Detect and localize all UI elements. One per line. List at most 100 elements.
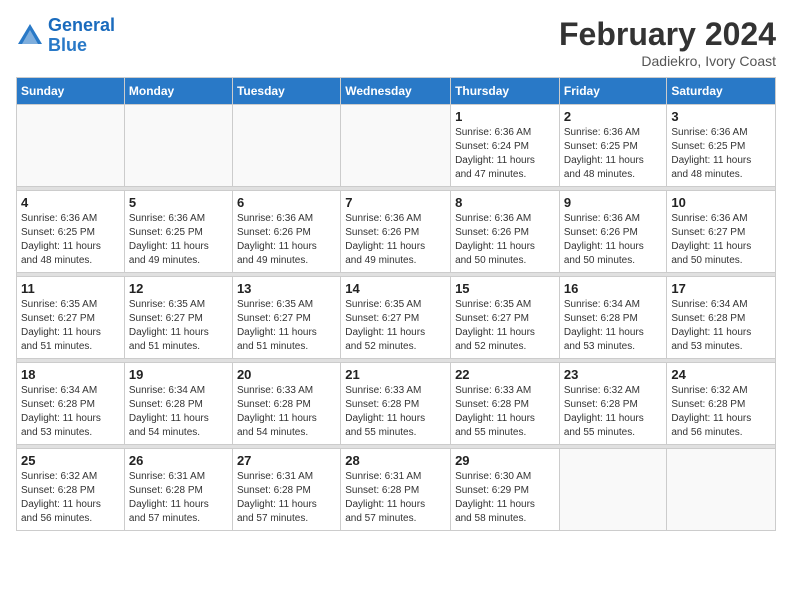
day-info: Sunrise: 6:36 AM Sunset: 6:26 PM Dayligh… [455, 212, 555, 268]
calendar-cell: 7Sunrise: 6:36 AM Sunset: 6:26 PM Daylig… [341, 191, 451, 273]
calendar-cell: 19 Sunrise: 6:34 AM Sunset: 6:28 PM Dayli… [124, 363, 232, 445]
calendar-cell: 13 Sunrise: 6:35 AM Sunset: 6:27 PM Dayli… [232, 277, 340, 359]
day-number: 21 [345, 367, 446, 382]
calendar-cell: 25 Sunrise: 6:32 AM Sunset: 6:28 PM Dayli… [17, 449, 125, 531]
day-number: 22 [455, 367, 555, 382]
calendar-week-row: 1Sunrise: 6:36 AM Sunset: 6:24 PM Daylig… [17, 105, 776, 187]
day-number: 14 [345, 281, 446, 296]
calendar-cell: 5 Sunrise: 6:36 AM Sunset: 6:25 PM Daylig… [124, 191, 232, 273]
day-number: 2 [564, 109, 663, 124]
day-number: 11 [21, 281, 120, 296]
day-info: Sunrise: 6:32 AM Sunset: 6:28 PM Dayligh… [564, 384, 663, 440]
calendar-cell [667, 449, 776, 531]
day-number: 15 [455, 281, 555, 296]
day-info: Sunrise: 6:36 AM Sunset: 6:26 PM Dayligh… [564, 212, 663, 268]
calendar-cell: 9 Sunrise: 6:36 AM Sunset: 6:26 PM Daylig… [559, 191, 667, 273]
day-info: Sunrise: 6:36 AM Sunset: 6:25 PM Dayligh… [129, 212, 228, 268]
day-number: 29 [455, 453, 555, 468]
day-info: Sunrise: 6:30 AM Sunset: 6:29 PM Dayligh… [455, 470, 555, 526]
logo-icon [16, 22, 44, 50]
weekday-header-row: SundayMondayTuesdayWednesdayThursdayFrid… [17, 78, 776, 105]
day-info: Sunrise: 6:36 AM Sunset: 6:27 PM Dayligh… [671, 212, 771, 268]
calendar-cell: 4 Sunrise: 6:36 AM Sunset: 6:25 PM Daylig… [17, 191, 125, 273]
calendar-cell: 20Sunrise: 6:33 AM Sunset: 6:28 PM Dayli… [232, 363, 340, 445]
day-number: 27 [237, 453, 336, 468]
weekday-header-tuesday: Tuesday [232, 78, 340, 105]
calendar-cell [232, 105, 340, 187]
day-number: 25 [21, 453, 120, 468]
day-info: Sunrise: 6:36 AM Sunset: 6:25 PM Dayligh… [21, 212, 120, 268]
weekday-header-sunday: Sunday [17, 78, 125, 105]
calendar-cell: 22Sunrise: 6:33 AM Sunset: 6:28 PM Dayli… [451, 363, 560, 445]
day-info: Sunrise: 6:35 AM Sunset: 6:27 PM Dayligh… [237, 298, 336, 354]
day-info: Sunrise: 6:34 AM Sunset: 6:28 PM Dayligh… [671, 298, 771, 354]
calendar-cell: 2 Sunrise: 6:36 AM Sunset: 6:25 PM Daylig… [559, 105, 667, 187]
calendar-cell: 10 Sunrise: 6:36 AM Sunset: 6:27 PM Dayli… [667, 191, 776, 273]
day-number: 28 [345, 453, 446, 468]
calendar-cell [124, 105, 232, 187]
day-info: Sunrise: 6:35 AM Sunset: 6:27 PM Dayligh… [129, 298, 228, 354]
day-number: 18 [21, 367, 120, 382]
weekday-header-monday: Monday [124, 78, 232, 105]
weekday-header-thursday: Thursday [451, 78, 560, 105]
day-number: 26 [129, 453, 228, 468]
calendar-cell: 17 Sunrise: 6:34 AM Sunset: 6:28 PM Dayli… [667, 277, 776, 359]
day-info: Sunrise: 6:31 AM Sunset: 6:28 PM Dayligh… [129, 470, 228, 526]
calendar-cell [341, 105, 451, 187]
day-number: 13 [237, 281, 336, 296]
calendar-cell: 14 Sunrise: 6:35 AM Sunset: 6:27 PM Dayli… [341, 277, 451, 359]
day-info: Sunrise: 6:33 AM Sunset: 6:28 PM Dayligh… [345, 384, 446, 440]
day-info: Sunrise: 6:34 AM Sunset: 6:28 PM Dayligh… [129, 384, 228, 440]
calendar-cell: 12Sunrise: 6:35 AM Sunset: 6:27 PM Dayli… [124, 277, 232, 359]
day-info: Sunrise: 6:36 AM Sunset: 6:26 PM Dayligh… [237, 212, 336, 268]
calendar-cell: 18 Sunrise: 6:34 AM Sunset: 6:28 PM Dayli… [17, 363, 125, 445]
day-number: 4 [21, 195, 120, 210]
calendar-cell: 28 Sunrise: 6:31 AM Sunset: 6:28 PM Dayli… [341, 449, 451, 531]
day-info: Sunrise: 6:35 AM Sunset: 6:27 PM Dayligh… [345, 298, 446, 354]
page-header: General Blue February 2024 Dadiekro, Ivo… [16, 16, 776, 69]
calendar-cell: 26 Sunrise: 6:31 AM Sunset: 6:28 PM Dayli… [124, 449, 232, 531]
day-info: Sunrise: 6:32 AM Sunset: 6:28 PM Dayligh… [671, 384, 771, 440]
day-info: Sunrise: 6:32 AM Sunset: 6:28 PM Dayligh… [21, 470, 120, 526]
day-info: Sunrise: 6:36 AM Sunset: 6:25 PM Dayligh… [671, 126, 771, 182]
day-number: 19 [129, 367, 228, 382]
day-info: Sunrise: 6:35 AM Sunset: 6:27 PM Dayligh… [455, 298, 555, 354]
calendar-cell: 6 Sunrise: 6:36 AM Sunset: 6:26 PM Daylig… [232, 191, 340, 273]
logo: General Blue [16, 16, 115, 56]
weekday-header-saturday: Saturday [667, 78, 776, 105]
calendar-cell: 16Sunrise: 6:34 AM Sunset: 6:28 PM Dayli… [559, 277, 667, 359]
logo-text: General Blue [48, 16, 115, 56]
weekday-header-friday: Friday [559, 78, 667, 105]
calendar-cell: 11 Sunrise: 6:35 AM Sunset: 6:27 PM Dayli… [17, 277, 125, 359]
logo-general: General [48, 15, 115, 35]
day-number: 3 [671, 109, 771, 124]
calendar-week-row: 18 Sunrise: 6:34 AM Sunset: 6:28 PM Dayli… [17, 363, 776, 445]
calendar-cell: 24 Sunrise: 6:32 AM Sunset: 6:28 PM Dayli… [667, 363, 776, 445]
day-number: 10 [671, 195, 771, 210]
calendar-cell: 8 Sunrise: 6:36 AM Sunset: 6:26 PM Daylig… [451, 191, 560, 273]
day-info: Sunrise: 6:31 AM Sunset: 6:28 PM Dayligh… [345, 470, 446, 526]
day-number: 20 [237, 367, 336, 382]
calendar-cell: 21 Sunrise: 6:33 AM Sunset: 6:28 PM Dayli… [341, 363, 451, 445]
location-subtitle: Dadiekro, Ivory Coast [559, 53, 776, 69]
calendar-cell [559, 449, 667, 531]
day-info: Sunrise: 6:36 AM Sunset: 6:25 PM Dayligh… [564, 126, 663, 182]
day-number: 9 [564, 195, 663, 210]
calendar-cell: 23 Sunrise: 6:32 AM Sunset: 6:28 PM Dayli… [559, 363, 667, 445]
calendar-cell: 3 Sunrise: 6:36 AM Sunset: 6:25 PM Daylig… [667, 105, 776, 187]
day-number: 23 [564, 367, 663, 382]
day-number: 5 [129, 195, 228, 210]
day-number: 8 [455, 195, 555, 210]
calendar-cell [17, 105, 125, 187]
calendar-week-row: 4 Sunrise: 6:36 AM Sunset: 6:25 PM Daylig… [17, 191, 776, 273]
day-number: 6 [237, 195, 336, 210]
day-number: 1 [455, 109, 555, 124]
day-number: 24 [671, 367, 771, 382]
weekday-header-wednesday: Wednesday [341, 78, 451, 105]
day-info: Sunrise: 6:35 AM Sunset: 6:27 PM Dayligh… [21, 298, 120, 354]
day-info: Sunrise: 6:34 AM Sunset: 6:28 PM Dayligh… [564, 298, 663, 354]
day-number: 17 [671, 281, 771, 296]
calendar-table: SundayMondayTuesdayWednesdayThursdayFrid… [16, 77, 776, 531]
day-info: Sunrise: 6:34 AM Sunset: 6:28 PM Dayligh… [21, 384, 120, 440]
calendar-cell: 29 Sunrise: 6:30 AM Sunset: 6:29 PM Dayli… [451, 449, 560, 531]
